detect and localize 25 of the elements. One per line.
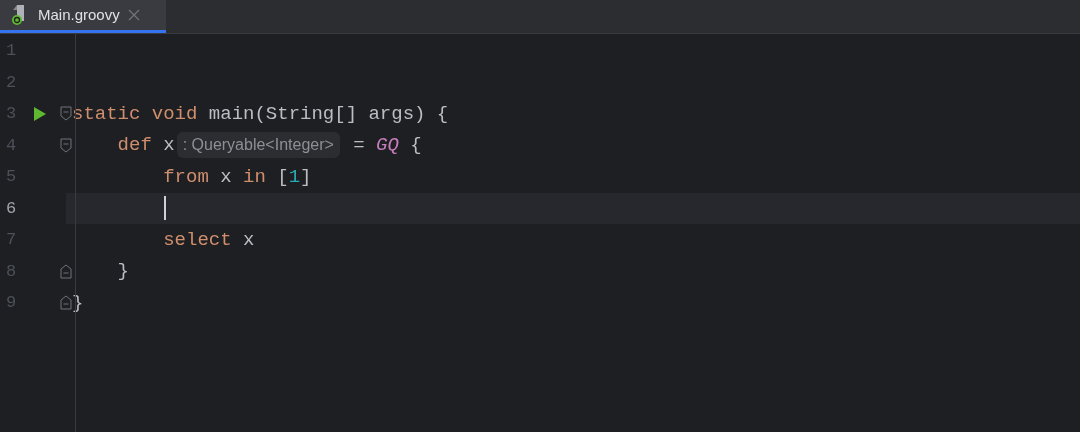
code-token: 1 bbox=[288, 164, 301, 190]
code-token: [ bbox=[276, 164, 289, 190]
code-token: from bbox=[162, 164, 209, 190]
code-token: ] bbox=[300, 164, 312, 190]
code-token: { bbox=[409, 133, 422, 158]
code-token: in bbox=[243, 164, 266, 190]
code-token: def bbox=[116, 133, 152, 158]
code-token: GQ bbox=[376, 133, 399, 158]
file-tab[interactable]: Main.groovy bbox=[0, 0, 166, 33]
code-token: select bbox=[162, 227, 232, 253]
fold-icon[interactable] bbox=[60, 137, 72, 153]
code-token: x bbox=[162, 133, 175, 158]
run-icon[interactable] bbox=[33, 105, 47, 122]
fold-icon[interactable] bbox=[60, 295, 72, 311]
code-token: = bbox=[352, 133, 366, 158]
close-icon[interactable] bbox=[127, 9, 140, 21]
fold-icon[interactable] bbox=[60, 263, 72, 279]
line-number: 6 bbox=[5, 197, 18, 220]
code-token: x bbox=[219, 164, 233, 190]
code-token: } bbox=[116, 259, 129, 284]
type-hint: : Queryable<Integer> bbox=[176, 132, 340, 159]
fold-icon[interactable] bbox=[60, 106, 72, 122]
code-token: main(String[] args) { bbox=[207, 101, 449, 127]
code-token: static void bbox=[72, 101, 198, 127]
code-token: x bbox=[242, 227, 255, 253]
